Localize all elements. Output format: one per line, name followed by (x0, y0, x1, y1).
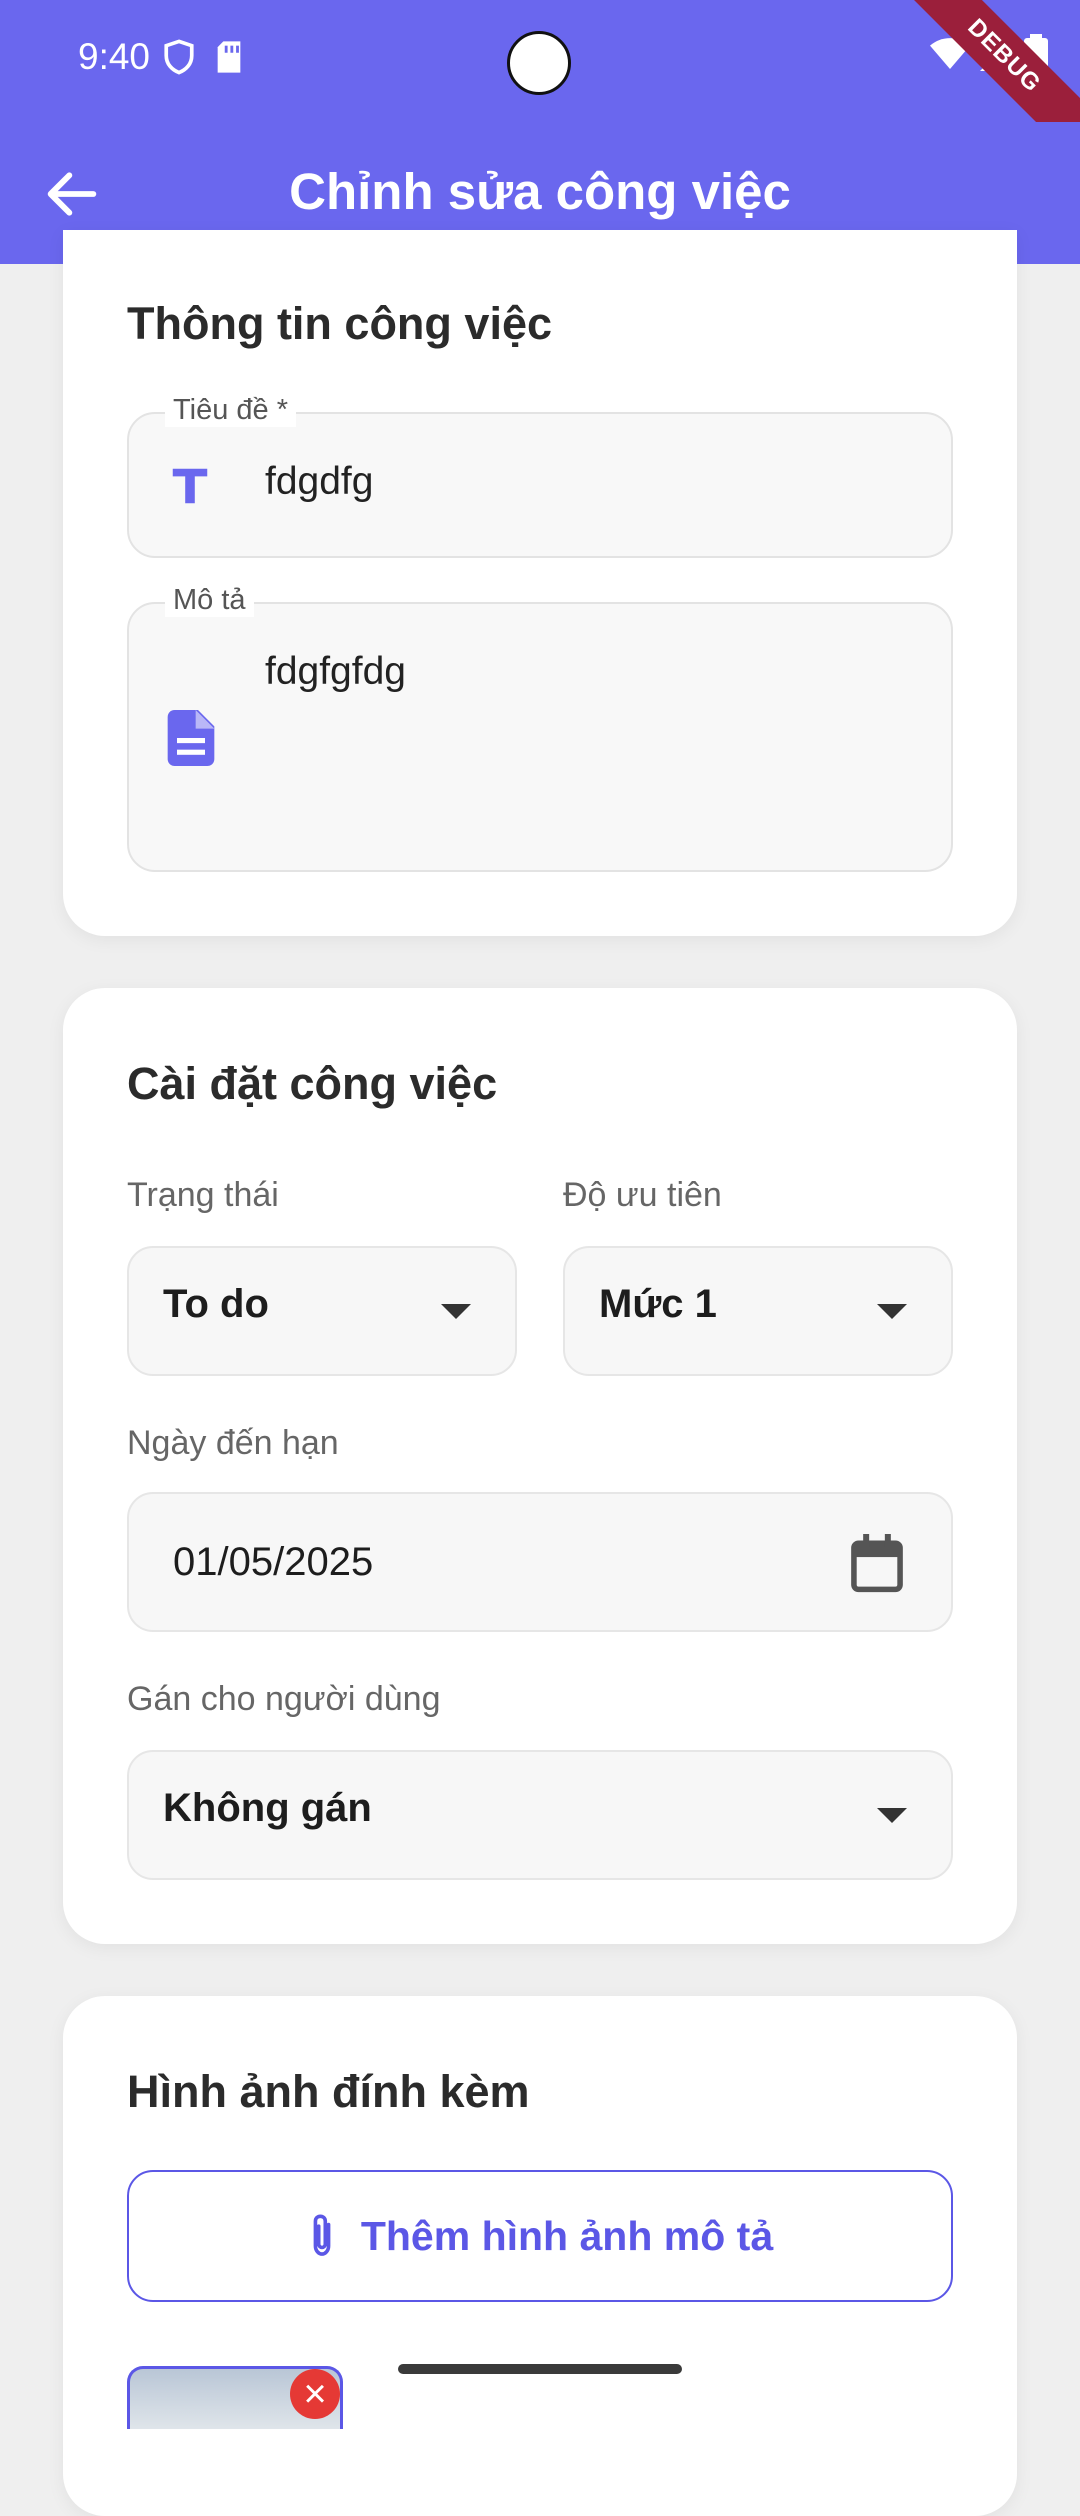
description-field-label: Mô tả (165, 584, 254, 617)
attachments-card: Hình ảnh đính kèm Thêm hình ảnh mô tả × (63, 1996, 1017, 2516)
assignee-select[interactable]: Không gán (127, 1750, 953, 1880)
description-input[interactable]: fdgfgfdg (265, 650, 406, 694)
page-title: Chỉnh sửa công việc (289, 163, 791, 220)
title-field-label: Tiêu đề * (165, 394, 296, 427)
status-bar: 9:40 DEBUG (0, 0, 1080, 165)
assignee-value: Không gán (163, 1786, 372, 1830)
calendar-icon[interactable] (849, 1534, 905, 1594)
description-icon (167, 710, 215, 766)
due-date-label: Ngày đến hạn (127, 1424, 339, 1462)
task-settings-title: Cài đặt công việc (127, 1058, 498, 1109)
due-date-value: 01/05/2025 (173, 1540, 374, 1584)
task-settings-card: Cài đặt công việc Trạng thái To do Độ ưu… (63, 988, 1017, 1944)
priority-select[interactable]: Mức 1 (563, 1246, 953, 1376)
priority-label: Độ ưu tiên (563, 1176, 722, 1214)
title-field[interactable]: Tiêu đề * fdgdfg (127, 394, 953, 558)
title-icon (172, 468, 208, 504)
status-value: To do (163, 1282, 269, 1326)
title-input[interactable]: fdgdfg (265, 460, 373, 504)
shield-icon (164, 39, 194, 75)
due-date-field[interactable]: 01/05/2025 (127, 1492, 953, 1632)
status-time: 9:40 (78, 36, 151, 77)
description-field[interactable]: Mô tả fdgfgfdg (127, 584, 953, 872)
task-info-card: Thông tin công việc Tiêu đề * fdgdfg Mô … (63, 230, 1017, 936)
chevron-down-icon (877, 1304, 907, 1319)
task-info-title: Thông tin công việc (127, 298, 552, 349)
sd-card-icon (217, 41, 241, 73)
priority-value: Mức 1 (599, 1282, 717, 1326)
add-image-button[interactable]: Thêm hình ảnh mô tả (127, 2170, 953, 2302)
paperclip-icon (313, 2214, 331, 2256)
assignee-label: Gán cho người dùng (127, 1680, 441, 1718)
status-select[interactable]: To do (127, 1246, 517, 1376)
add-image-label: Thêm hình ảnh mô tả (360, 2212, 774, 2259)
attachments-title: Hình ảnh đính kèm (127, 2066, 530, 2117)
remove-attachment-icon[interactable]: × (290, 2369, 340, 2419)
home-indicator (398, 2364, 682, 2374)
camera-cutout (507, 31, 571, 95)
chevron-down-icon (441, 1304, 471, 1319)
status-label: Trạng thái (127, 1176, 279, 1214)
chevron-down-icon (877, 1808, 907, 1823)
attachment-thumbnail[interactable]: × (127, 2366, 343, 2429)
